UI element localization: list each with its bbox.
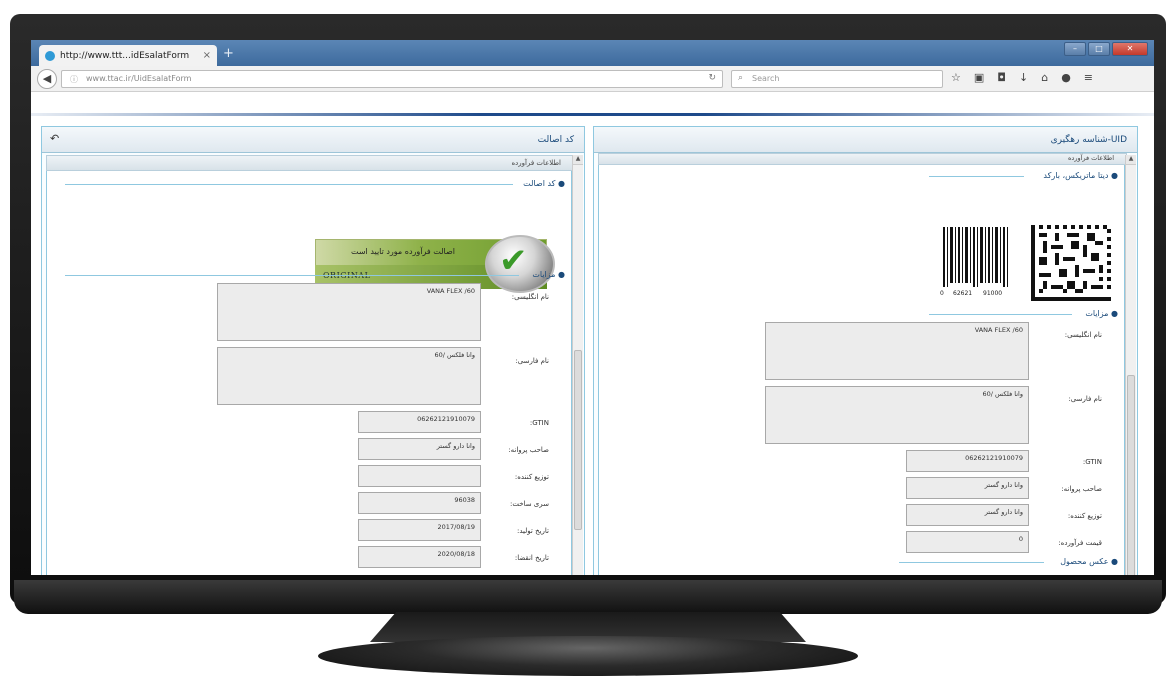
undo-icon[interactable]: ↶ [50,132,59,145]
clipboard-icon[interactable]: ▣ [974,71,984,84]
toolbar-icons: ☆ ▣ ◘ ↓ ⌂ ● ≡ [951,71,1093,84]
pocket-icon[interactable]: ◘ [997,71,1006,84]
new-tab-button[interactable]: + [223,46,234,61]
field-label: توزیع کننده: [1067,512,1102,520]
gtin-field[interactable]: 06262121910079 [358,411,481,433]
field-label: GTIN: [529,419,549,427]
panel-title: شناسه رهگیری-UID [594,127,1137,153]
field-label: صاحب پروانه: [508,446,549,454]
barcode-digit: 0 [940,290,944,297]
section-divider [929,314,1072,315]
url-bar[interactable]: ⓘ www.ttac.ir/UidEsalatForm ↻ [61,70,723,88]
monitor-base [318,636,858,676]
site-info-icon[interactable]: ⓘ [70,74,78,85]
gtin-field[interactable]: 06262121910079 [906,450,1029,472]
minimize-button[interactable]: – [1064,42,1086,56]
barcode-image: 0 62621 91000 [940,227,1008,297]
field-label: صاحب پروانه: [1061,485,1102,493]
maximize-button[interactable]: □ [1088,42,1110,56]
browser-tab[interactable]: http://www.ttt...idEsalatForm × [39,45,217,66]
search-icon: ⌕ [738,73,744,83]
photo-section-title: ● عکس محصول [1060,557,1118,566]
barcode-digit: 91000 [983,290,1002,297]
close-window-button[interactable]: ✕ [1112,42,1148,56]
datamatrix-image [1031,225,1111,301]
bookmark-star-icon[interactable]: ☆ [951,71,961,84]
auth-message: اصالت فرآورده مورد تایید است [351,247,455,256]
menu-icon[interactable]: ≡ [1084,71,1093,84]
panel-subtitle: اطلاعات فرآورده [46,155,574,171]
details-section-title: ● مزایات [532,270,565,279]
panel-scrollbar[interactable]: ▲ [572,155,583,575]
search-placeholder: Search [752,74,780,83]
persian-name-field[interactable]: وانا فلکس /60 [765,386,1029,444]
field-label: نام فارسی: [1068,395,1102,403]
distributor-field[interactable] [358,465,481,487]
section-divider [929,176,1024,177]
field-label: سری ساخت: [510,500,549,508]
field-label: توزیع کننده: [514,473,549,481]
persian-name-field[interactable]: وانا فلکس /60 [217,347,481,405]
field-label: تاریخ انقضا: [514,554,549,562]
scroll-thumb[interactable] [1127,375,1135,575]
section-divider [899,562,1044,563]
tab-title: http://www.ttt...idEsalatForm [60,50,190,61]
price-field[interactable]: 0 [906,531,1029,553]
authenticity-panel: کد اصالت ↶ اطلاعات فرآورده ▲ ● کد اصالت … [41,126,585,575]
monitor-bezel [14,580,1162,614]
panel-subtitle: اطلاعات فرآورده [598,153,1127,165]
english-name-field[interactable]: VANA FLEX /60 [217,283,481,341]
url-text: www.ttac.ir/UidEsalatForm [86,74,192,83]
panel-title: کد اصالت [42,127,584,153]
field-label: نام انگلیسی: [1064,331,1102,339]
back-button[interactable]: ◀ [37,69,57,89]
tab-strip: http://www.ttt...idEsalatForm × + – □ ✕ [31,40,1154,66]
tab-close-icon[interactable]: × [203,50,211,61]
field-label: تاریخ تولید: [517,527,549,535]
section-divider [65,184,513,185]
barcode-digit: 62621 [953,290,972,297]
field-label: نام انگلیسی: [511,293,549,301]
batch-field[interactable]: 96038 [358,492,481,514]
details-section-title: ● مزایات [1085,309,1118,318]
scroll-up-icon[interactable]: ▲ [1126,155,1136,165]
panel-scrollbar[interactable]: ▲ [1125,155,1136,575]
license-holder-field[interactable]: وانا دارو گستر [358,438,481,460]
arrow-left-icon: ◀ [42,72,52,85]
license-holder-field[interactable]: وانا دارو گستر [906,477,1029,499]
panel-content: ● کد اصالت اصالت فرآورده مورد تایید است … [46,171,572,575]
expiry-date-field[interactable]: 2020/08/18 [358,546,481,568]
english-name-field[interactable]: VANA FLEX /60 [765,322,1029,380]
field-label: قیمت فرآورده: [1058,539,1102,547]
download-icon[interactable]: ↓ [1019,71,1028,84]
refresh-icon[interactable]: ↻ [708,73,716,83]
scroll-up-icon[interactable]: ▲ [573,155,583,165]
barcode-section-title: ● دیتا ماتریکس، بارکد [1043,171,1118,180]
window-controls: – □ ✕ [1064,42,1148,56]
header-divider [31,113,1154,116]
distributor-field[interactable]: وانا دارو گستر [906,504,1029,526]
favicon-icon [45,50,55,61]
field-label: GTIN: [1082,458,1102,466]
search-input[interactable]: ⌕ Search [731,70,943,88]
field-label: نام فارسی: [515,357,549,365]
chat-icon[interactable]: ● [1061,71,1071,84]
production-date-field[interactable]: 2017/08/19 [358,519,481,541]
uid-panel: شناسه رهگیری-UID اطلاعات فرآورده ▲ ● دیت… [593,126,1138,575]
panel-content: ● دیتا ماتریکس، بارکد 0 62621 91000 ● مز… [598,165,1125,575]
nav-bar: ◀ ⓘ www.ttac.ir/UidEsalatForm ↻ ⌕ Search… [31,66,1154,92]
auth-section-title: ● کد اصالت [523,179,565,188]
screen: http://www.ttt...idEsalatForm × + – □ ✕ … [31,40,1154,575]
section-divider [65,275,519,276]
home-icon[interactable]: ⌂ [1041,71,1048,84]
scroll-thumb[interactable] [574,350,582,530]
